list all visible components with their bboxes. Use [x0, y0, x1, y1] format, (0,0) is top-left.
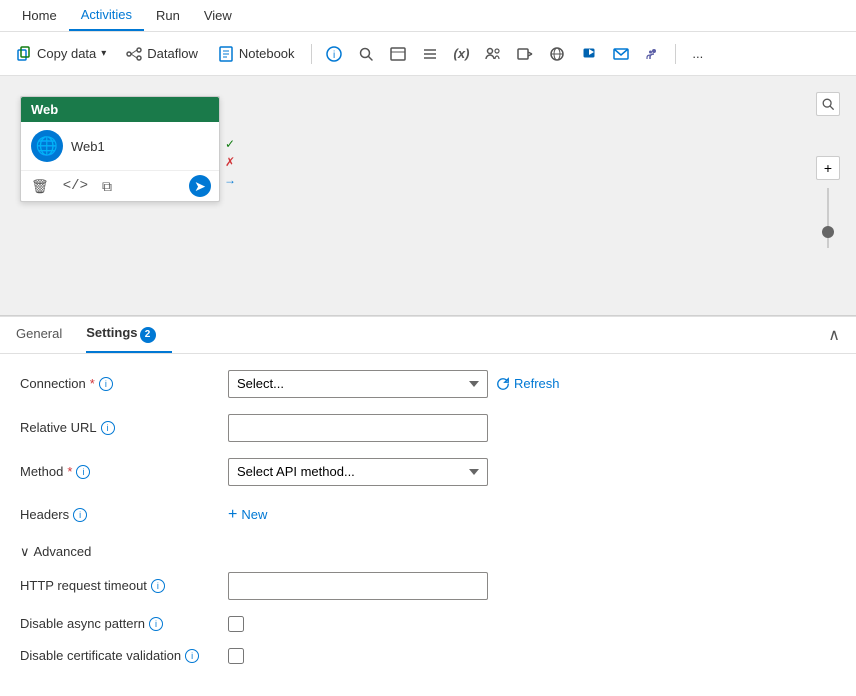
disable-async-row: Disable async pattern i — [20, 616, 836, 632]
menu-item-activities[interactable]: Activities — [69, 0, 144, 31]
relative-url-input[interactable] — [228, 414, 488, 442]
activity-card-toolbar: 🗑 </> ⧉ ➤ — [21, 170, 219, 201]
copy-activity-button[interactable]: ⧉ — [100, 176, 114, 197]
lines-toolbar-button[interactable] — [416, 38, 444, 70]
menu-bar: Home Activities Run View — [0, 0, 856, 32]
relative-url-label: Relative URL i — [20, 420, 220, 435]
completion-connector[interactable]: → — [222, 172, 238, 188]
canvas-area: Web 🌐 Web1 🗑 </> ⧉ ➤ ✓ ✗ → + — [0, 76, 856, 316]
side-connectors: ✓ ✗ → — [222, 136, 238, 188]
refresh-icon — [496, 377, 510, 391]
teams-toolbar-button[interactable] — [639, 38, 667, 70]
notebook-button[interactable]: Notebook — [210, 38, 303, 70]
connection-control-area: Select... Refresh — [228, 370, 836, 398]
headers-row: Headers i + New — [20, 502, 836, 528]
connection-select[interactable]: Select... — [228, 370, 488, 398]
disable-cert-label: Disable certificate validation i — [20, 648, 220, 663]
disable-cert-checkbox[interactable] — [228, 648, 244, 664]
toolbar-separator-1 — [311, 44, 312, 64]
globe-toolbar-button[interactable] — [543, 38, 571, 70]
more-button[interactable]: ... — [684, 38, 711, 70]
connection-info-icon[interactable]: i — [99, 377, 113, 391]
panel-tabs: General Settings2 ∧ — [0, 317, 856, 354]
http-timeout-input[interactable] — [228, 572, 488, 600]
method-required-star: * — [67, 464, 72, 479]
zoom-controls: + — [816, 156, 840, 280]
http-timeout-info-icon[interactable]: i — [151, 579, 165, 593]
toolbar: Copy data ▾ Dataflow Notebook i (x) — [0, 32, 856, 76]
failure-connector[interactable]: ✗ — [222, 154, 238, 170]
method-select[interactable]: Select API method... GET POST PUT DELETE… — [228, 458, 488, 486]
fx-toolbar-button[interactable]: (x) — [448, 38, 476, 70]
success-connector[interactable]: ✓ — [222, 136, 238, 152]
menu-item-home[interactable]: Home — [10, 0, 69, 31]
zoom-slider-track — [827, 188, 829, 248]
activity-card-header: Web — [21, 97, 219, 122]
disable-async-info-icon[interactable]: i — [149, 617, 163, 631]
navigate-activity-button[interactable]: ➤ — [189, 175, 211, 197]
zoom-slider-thumb[interactable] — [822, 226, 834, 238]
info-toolbar-button[interactable]: i — [320, 38, 348, 70]
tab-settings[interactable]: Settings2 — [86, 317, 171, 353]
bottom-panel: General Settings2 ∧ Connection * i Selec… — [0, 316, 856, 696]
settings-badge: 2 — [140, 327, 156, 343]
method-control-area: Select API method... GET POST PUT DELETE… — [228, 458, 836, 486]
http-timeout-control-area — [228, 572, 836, 600]
toolbar-separator-2 — [675, 44, 676, 64]
connection-label: Connection * i — [20, 376, 220, 391]
script-toolbar-button[interactable] — [384, 38, 412, 70]
activity-card: Web 🌐 Web1 🗑 </> ⧉ ➤ — [20, 96, 220, 202]
tab-general[interactable]: General — [16, 318, 78, 351]
people-toolbar-button[interactable] — [479, 38, 507, 70]
method-row: Method * i Select API method... GET POST… — [20, 458, 836, 486]
new-header-button[interactable]: + New — [228, 502, 267, 528]
activity-card-body: 🌐 Web1 — [21, 122, 219, 170]
headers-label: Headers i — [20, 507, 220, 522]
connection-row: Connection * i Select... Refresh — [20, 370, 836, 398]
method-info-icon[interactable]: i — [76, 465, 90, 479]
menu-item-view[interactable]: View — [192, 0, 244, 31]
plus-icon: + — [228, 506, 237, 524]
advanced-toggle-button[interactable]: ∨ Advanced — [20, 544, 91, 560]
http-timeout-row: HTTP request timeout i — [20, 572, 836, 600]
menu-item-run[interactable]: Run — [144, 0, 192, 31]
copy-data-icon — [16, 46, 32, 62]
relative-url-control-area — [228, 414, 836, 442]
disable-async-label: Disable async pattern i — [20, 616, 220, 631]
disable-cert-control-area — [228, 648, 836, 664]
zoom-plus-button[interactable]: + — [816, 156, 840, 180]
connection-required-star: * — [90, 376, 95, 391]
notebook-icon — [218, 46, 234, 62]
advanced-section: ∨ Advanced HTTP request timeout i Disabl… — [20, 544, 836, 664]
chevron-down-icon: ∨ — [20, 544, 30, 560]
disable-cert-info-icon[interactable]: i — [185, 649, 199, 663]
flag-toolbar-button[interactable] — [575, 38, 603, 70]
canvas-search-button[interactable] — [816, 92, 840, 116]
refresh-button[interactable]: Refresh — [496, 376, 560, 391]
headers-control-area: + New — [228, 502, 836, 528]
dataflow-button[interactable]: Dataflow — [118, 38, 206, 70]
dataflow-icon — [126, 46, 142, 62]
disable-async-checkbox[interactable] — [228, 616, 244, 632]
http-timeout-label: HTTP request timeout i — [20, 578, 220, 593]
relative-url-row: Relative URL i — [20, 414, 836, 442]
disable-cert-row: Disable certificate validation i — [20, 648, 836, 664]
method-label: Method * i — [20, 464, 220, 479]
copy-data-chevron-icon: ▾ — [101, 48, 106, 59]
disable-async-control-area — [228, 616, 836, 632]
form-area: Connection * i Select... Refresh Relativ… — [0, 354, 856, 696]
relative-url-info-icon[interactable]: i — [101, 421, 115, 435]
svg-text:i: i — [333, 50, 335, 61]
delete-activity-button[interactable]: 🗑 — [29, 176, 51, 197]
web-globe-icon: 🌐 — [31, 130, 63, 162]
copy-data-button[interactable]: Copy data ▾ — [8, 38, 114, 70]
outlook-toolbar-button[interactable] — [607, 38, 635, 70]
search-toolbar-button[interactable] — [352, 38, 380, 70]
arrow-toolbar-button[interactable] — [511, 38, 539, 70]
collapse-panel-button[interactable]: ∧ — [828, 325, 840, 345]
code-activity-button[interactable]: </> — [61, 176, 90, 196]
headers-info-icon[interactable]: i — [73, 508, 87, 522]
